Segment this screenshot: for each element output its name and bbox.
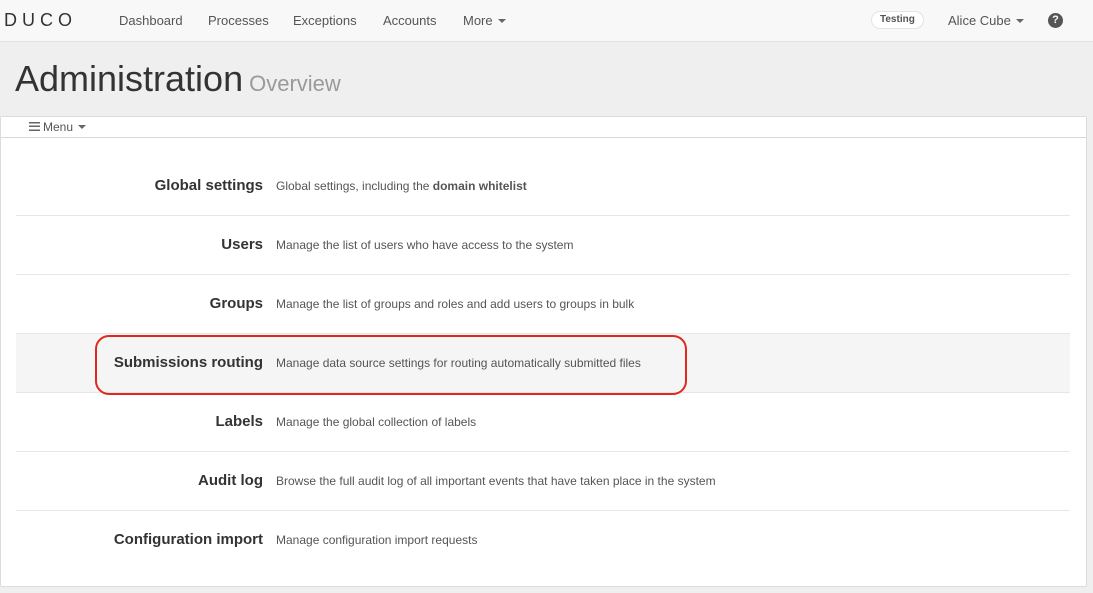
- admin-overview-card: Menu Global settings Global settings, in…: [0, 116, 1087, 587]
- item-title[interactable]: Audit log: [198, 472, 263, 489]
- admin-item-submissions-routing[interactable]: Submissions routing Manage data source s…: [16, 334, 1070, 393]
- nav-more-label: More: [463, 13, 493, 28]
- menu-label: Menu: [43, 120, 74, 134]
- item-title[interactable]: Configuration import: [114, 531, 263, 548]
- item-title[interactable]: Users: [221, 236, 263, 253]
- nav-accounts[interactable]: Accounts: [383, 13, 436, 28]
- item-description: Manage data source settings for routing …: [276, 356, 641, 370]
- item-description: Global settings, including the domain wh…: [276, 179, 527, 193]
- item-description: Manage configuration import requests: [276, 533, 478, 547]
- nav-more-dropdown[interactable]: More: [463, 13, 506, 28]
- menu-dropdown-button[interactable]: Menu: [29, 120, 87, 134]
- page-subtitle: Overview: [249, 71, 341, 96]
- page-header: Administration Overview: [15, 58, 341, 100]
- item-title[interactable]: Groups: [210, 295, 263, 312]
- user-name: Alice Cube: [948, 13, 1011, 28]
- nav-dashboard[interactable]: Dashboard: [119, 13, 183, 28]
- environment-badge: Testing: [871, 11, 924, 29]
- item-title[interactable]: Global settings: [155, 177, 263, 194]
- caret-down-icon: [497, 18, 506, 23]
- nav-exceptions[interactable]: Exceptions: [293, 13, 357, 28]
- admin-item-users[interactable]: Users Manage the list of users who have …: [16, 216, 1070, 275]
- item-description-text: Global settings, including the: [276, 179, 433, 193]
- menu-bar: Menu: [1, 117, 1086, 138]
- duco-logo[interactable]: DUCO: [4, 10, 77, 31]
- admin-item-audit-log[interactable]: Audit log Browse the full audit log of a…: [16, 452, 1070, 511]
- admin-item-global-settings[interactable]: Global settings Global settings, includi…: [16, 157, 1070, 216]
- item-title[interactable]: Labels: [215, 413, 263, 430]
- admin-item-groups[interactable]: Groups Manage the list of groups and rol…: [16, 275, 1070, 334]
- item-description: Manage the list of users who have access…: [276, 238, 574, 252]
- help-icon[interactable]: ?: [1048, 13, 1063, 28]
- admin-item-labels[interactable]: Labels Manage the global collection of l…: [16, 393, 1070, 452]
- user-menu-dropdown[interactable]: Alice Cube: [948, 13, 1024, 28]
- item-description: Browse the full audit log of all importa…: [276, 474, 716, 488]
- caret-down-icon: [1015, 18, 1024, 23]
- hamburger-icon: [29, 122, 40, 132]
- admin-item-configuration-import[interactable]: Configuration import Manage configuratio…: [16, 511, 1070, 570]
- page-title: Administration: [15, 58, 244, 99]
- item-title[interactable]: Submissions routing: [114, 354, 263, 371]
- item-description-emphasis: domain whitelist: [432, 179, 527, 193]
- nav-processes[interactable]: Processes: [208, 13, 269, 28]
- item-description: Manage the global collection of labels: [276, 415, 477, 429]
- item-description: Manage the list of groups and roles and …: [276, 297, 635, 311]
- caret-down-icon: [78, 124, 87, 129]
- top-navbar: DUCO Dashboard Processes Exceptions Acco…: [0, 0, 1093, 42]
